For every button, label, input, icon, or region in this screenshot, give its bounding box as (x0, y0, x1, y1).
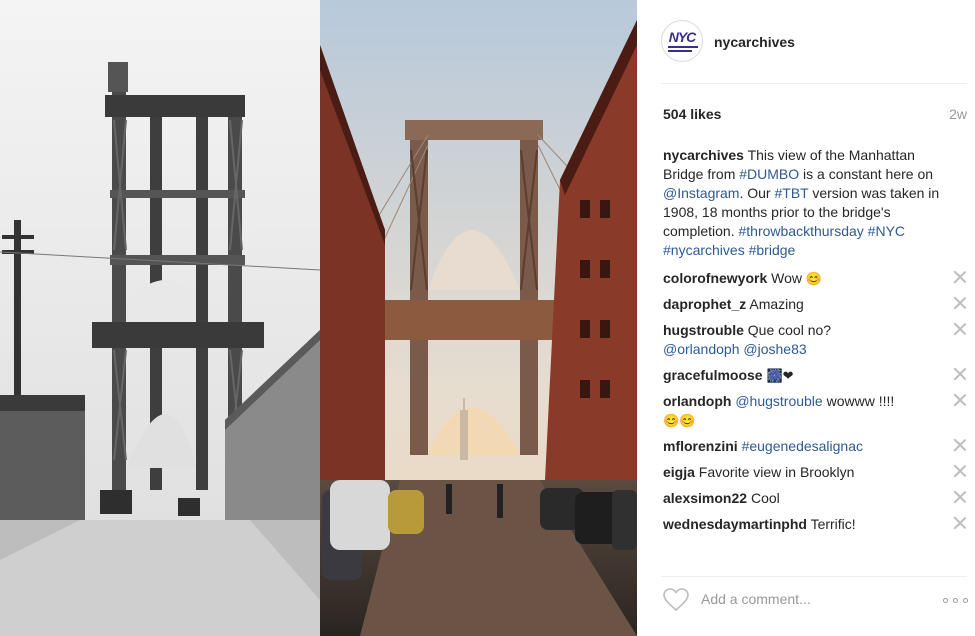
hashtag-link[interactable]: #eugenedesalignac (742, 438, 863, 454)
delete-comment-icon[interactable] (953, 464, 967, 478)
caption-text: . Our (739, 185, 775, 201)
comment-username[interactable]: alexsimon22 (663, 490, 747, 506)
comment-username[interactable]: gracefulmoose (663, 367, 763, 383)
post-photo[interactable] (0, 0, 637, 636)
hashtag-link[interactable]: #nycarchives (663, 242, 745, 258)
nyc-records-logo-icon: NYC (668, 29, 697, 45)
likes-row: 504 likes 2w (663, 106, 969, 124)
comments-list: nycarchives This view of the Manhattan B… (663, 146, 969, 541)
delete-comment-icon[interactable] (953, 393, 967, 407)
mention-link[interactable]: @hugstrouble (735, 393, 822, 409)
delete-comment-icon[interactable] (953, 270, 967, 284)
mention-link[interactable]: @Instagram (663, 185, 739, 201)
historic-photo-half (0, 0, 321, 636)
comment-text: wowww !!!! (822, 393, 895, 409)
add-comment-input[interactable] (701, 591, 921, 607)
delete-comment-icon[interactable] (953, 490, 967, 504)
delete-comment-icon[interactable] (953, 438, 967, 452)
comment-item: colorofnewyork Wow 😊 (663, 269, 969, 288)
mention-link[interactable]: @joshe83 (743, 341, 806, 357)
comment-text: Amazing (749, 296, 804, 312)
avatar[interactable]: NYC (661, 20, 703, 62)
comment-text: Que cool no? (747, 322, 832, 338)
comment-username[interactable]: orlandoph (663, 393, 731, 409)
comment-text: Cool (750, 490, 780, 506)
post-author-username[interactable]: nycarchives (714, 34, 795, 50)
delete-comment-icon[interactable] (953, 296, 967, 310)
photo-illustration (0, 0, 637, 636)
hashtag-link[interactable]: #TBT (774, 185, 808, 201)
comment-footer (637, 576, 975, 636)
post-age[interactable]: 2w (949, 106, 967, 122)
delete-comment-icon[interactable] (953, 516, 967, 530)
post-header: NYC nycarchives (637, 0, 975, 83)
comment-username[interactable]: colorofnewyork (663, 270, 767, 286)
smile-emoji-icon: 😊😊 (663, 413, 696, 428)
comment-username[interactable]: hugstrouble (663, 322, 744, 338)
comment-item: orlandoph @hugstrouble wowww !!!! 😊😊 (663, 392, 969, 430)
comment-item: gracefulmoose 🎆❤ (663, 366, 969, 385)
delete-comment-icon[interactable] (953, 322, 967, 336)
comment-item: eigja Favorite view in Brooklyn (663, 463, 969, 482)
comment-username[interactable]: mflorenzini (663, 438, 738, 454)
comment-username[interactable]: wednesdaymartinphd (663, 516, 807, 532)
sparkler-heart-emoji-icon: 🎆❤ (766, 368, 794, 383)
header-divider (661, 83, 967, 84)
comment-item: alexsimon22 Cool (663, 489, 969, 508)
comment-text: Wow (771, 270, 806, 286)
comment-item: mflorenzini #eugenedesalignac (663, 437, 969, 456)
post-side-panel: NYC nycarchives 504 likes 2w nycarchives… (637, 0, 975, 636)
logo-subtext-line (668, 50, 692, 52)
comment-text: Terrific! (810, 516, 856, 532)
hashtag-link[interactable]: #DUMBO (739, 166, 799, 182)
hashtag-link[interactable]: #bridge (749, 242, 796, 258)
comment-item: daprophet_z Amazing (663, 295, 969, 314)
more-options-icon[interactable] (943, 598, 969, 604)
caption-text: is a constant here on (799, 166, 934, 182)
heart-icon[interactable] (663, 588, 689, 612)
hashtag-link[interactable]: #throwbackthursday (738, 223, 863, 239)
likes-count[interactable]: 504 likes (663, 106, 721, 122)
delete-comment-icon[interactable] (953, 367, 967, 381)
caption-username[interactable]: nycarchives (663, 147, 744, 163)
modern-photo-half (320, 0, 637, 636)
comment-text: Favorite view in Brooklyn (698, 464, 855, 480)
comment-username[interactable]: daprophet_z (663, 296, 746, 312)
logo-subtext-line (668, 46, 698, 48)
comment-item: hugstrouble Que cool no? @orlandoph @jos… (663, 321, 969, 359)
comment-username[interactable]: eigja (663, 464, 695, 480)
comment-item: wednesdaymartinphd Terrific! (663, 515, 969, 534)
smile-emoji-icon: 😊 (805, 271, 823, 286)
mention-link[interactable]: @orlandoph (663, 341, 740, 357)
post-caption: nycarchives This view of the Manhattan B… (663, 146, 953, 260)
hashtag-link[interactable]: #NYC (868, 223, 905, 239)
